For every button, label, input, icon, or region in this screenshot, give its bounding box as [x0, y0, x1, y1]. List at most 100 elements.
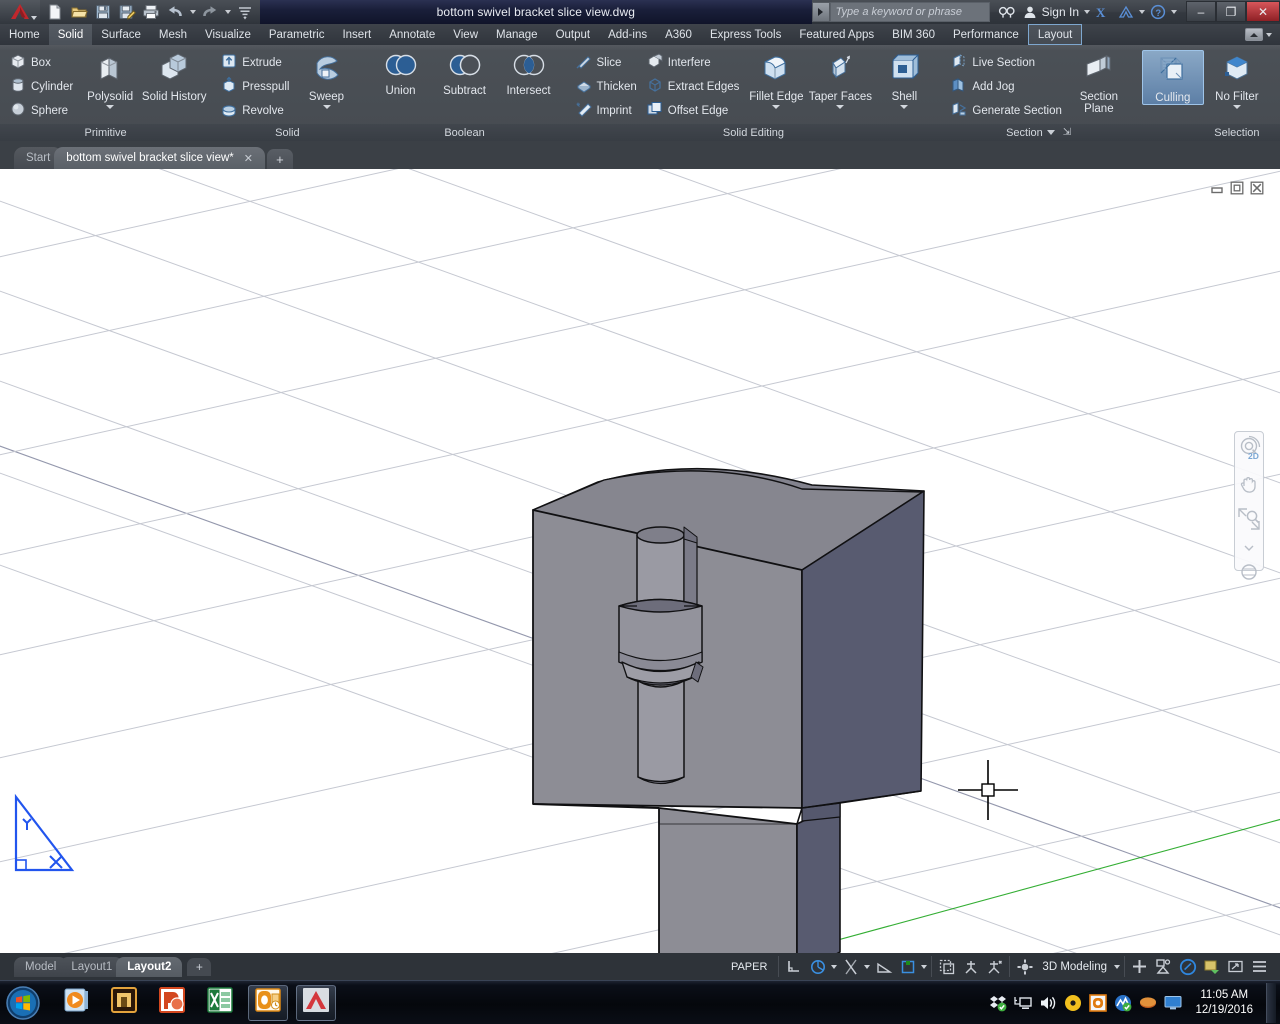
object-snap-caret-icon[interactable]: [864, 964, 871, 969]
ribbon-button-revolve[interactable]: Revolve: [217, 100, 293, 122]
ribbon-button-generate-section[interactable]: Generate Section: [947, 100, 1066, 122]
viewport-close-icon[interactable]: [1250, 181, 1264, 200]
polar-tracking-icon[interactable]: [807, 956, 828, 977]
polar-tracking-caret-icon[interactable]: [831, 964, 838, 969]
navigation-bar[interactable]: 2D: [1234, 431, 1264, 580]
network-icon[interactable]: [1014, 994, 1033, 1012]
layout-tab-layout1[interactable]: Layout1: [60, 956, 124, 977]
ribbon-button-imprint[interactable]: Imprint: [572, 100, 641, 122]
search-expand-button[interactable]: [811, 2, 830, 22]
ribbon-tab-solid[interactable]: Solid: [48, 24, 93, 45]
dialog-launcher-icon[interactable]: ⇲: [1063, 127, 1071, 138]
exchange-apps-icon[interactable]: X: [1093, 1, 1113, 23]
annotation-visibility-icon[interactable]: [960, 956, 981, 977]
object-snap-icon[interactable]: [840, 956, 861, 977]
ribbon-minimize-icon[interactable]: [1245, 28, 1263, 41]
ribbon-button-union[interactable]: Union: [370, 50, 432, 97]
ribbon-tab-a360[interactable]: A360: [656, 24, 701, 45]
taskbar-app-excel[interactable]: [200, 985, 240, 1021]
ribbon-button-no-filter[interactable]: No Filter: [1206, 50, 1268, 109]
ribbon-button-polysolid[interactable]: Polysolid: [79, 50, 141, 109]
viewport-minimize-icon[interactable]: [1210, 182, 1224, 200]
user-account-icon[interactable]: [1021, 1, 1039, 23]
sign-in-label[interactable]: Sign In: [1042, 5, 1081, 19]
layout-tab-layout2[interactable]: Layout2: [116, 956, 183, 977]
start-button[interactable]: [0, 983, 46, 1023]
ribbon-tab-bim-360[interactable]: BIM 360: [883, 24, 944, 45]
ribbon-button-live-section[interactable]: Live Section: [947, 52, 1066, 74]
pan-icon[interactable]: [1237, 472, 1261, 501]
ribbon-button-taper-faces[interactable]: Taper Faces: [809, 50, 872, 109]
annotation-scale-icon[interactable]: [984, 956, 1005, 977]
ribbon-button-extrude[interactable]: Extrude: [217, 52, 293, 74]
chevron-down-icon[interactable]: [1232, 105, 1241, 109]
antivirus-icon[interactable]: [1114, 994, 1132, 1012]
ribbon-tab-add-ins[interactable]: Add-ins: [599, 24, 656, 45]
hardware-acceleration-icon[interactable]: [1129, 956, 1150, 977]
customization-icon[interactable]: [1249, 956, 1270, 977]
sign-in-caret-icon[interactable]: [1084, 10, 1090, 14]
ribbon-tab-layout[interactable]: Layout: [1027, 24, 1083, 45]
chevron-down-icon[interactable]: [900, 105, 909, 109]
ribbon-tab-annotate[interactable]: Annotate: [380, 24, 444, 45]
undo-dropdown-caret-icon[interactable]: [188, 2, 197, 22]
plot-icon[interactable]: [140, 2, 162, 22]
ribbon-button-shell[interactable]: Shell: [873, 50, 935, 109]
layout-tab-model[interactable]: Model: [14, 956, 68, 977]
chevron-down-icon[interactable]: [322, 105, 331, 109]
ucs-caret-icon[interactable]: [921, 964, 928, 969]
autocad-logo-icon[interactable]: [0, 0, 40, 24]
ribbon-minimize-caret-icon[interactable]: [1266, 32, 1272, 37]
ribbon-button-presspull[interactable]: Presspull: [217, 76, 293, 98]
taskbar-app-powerpoint[interactable]: [152, 985, 192, 1021]
a360-caret-icon[interactable]: [1139, 10, 1145, 14]
ribbon-button-move[interactable]: MoveGizmo: [1270, 50, 1280, 121]
orbit-icon[interactable]: [1239, 562, 1259, 587]
ribbon-button-subtract[interactable]: Subtract: [434, 50, 496, 97]
new-icon[interactable]: [44, 2, 66, 22]
ribbon-button-interfere[interactable]: Interfere: [643, 52, 744, 74]
logo-dropdown-caret-icon[interactable]: [31, 16, 37, 20]
ribbon-tab-view[interactable]: View: [444, 24, 487, 45]
ribbon-button-box[interactable]: Box: [6, 52, 77, 74]
ribbon-button-add-jog[interactable]: Add Jog: [947, 76, 1066, 98]
ribbon-tab-visualize[interactable]: Visualize: [196, 24, 260, 45]
taskbar-app-windows-media-player[interactable]: [56, 985, 96, 1021]
customize-icon[interactable]: [234, 2, 256, 22]
ribbon-button-fillet-edge[interactable]: Fillet Edge: [745, 50, 807, 109]
ribbon-button-section[interactable]: Section Plane: [1068, 50, 1130, 115]
close-button[interactable]: ✕: [1246, 1, 1280, 22]
minimize-button[interactable]: –: [1186, 1, 1216, 22]
new-drawing-tab-button[interactable]: +: [266, 149, 293, 169]
ribbon-tab-home[interactable]: Home: [0, 24, 49, 45]
chevron-down-icon[interactable]: [836, 105, 845, 109]
object-snap-tracking-icon[interactable]: [873, 956, 894, 977]
ribbon-button-sweep[interactable]: Sweep: [296, 50, 358, 109]
annotation-monitor-icon[interactable]: [1177, 956, 1198, 977]
ribbon-button-culling[interactable]: Culling: [1141, 50, 1204, 105]
workspace-caret-icon[interactable]: [1114, 964, 1120, 969]
viewport-restore-icon[interactable]: [1230, 181, 1244, 200]
show-desktop-button[interactable]: [1266, 982, 1276, 1023]
add-layout-button[interactable]: +: [187, 957, 212, 976]
navbar-more-caret-icon[interactable]: [1242, 539, 1256, 557]
open-icon[interactable]: [68, 2, 90, 22]
ribbon-tab-mesh[interactable]: Mesh: [150, 24, 196, 45]
file-tab-active[interactable]: bottom swivel bracket slice view* ✕: [54, 147, 265, 169]
dropbox-icon[interactable]: [989, 994, 1007, 1012]
taskbar-app-autocad[interactable]: [296, 984, 336, 1021]
nero-icon[interactable]: [1064, 994, 1082, 1012]
ribbon-button-solid-history[interactable]: Solid History: [142, 50, 206, 103]
disk-icon[interactable]: [1139, 994, 1157, 1012]
ribbon-tab-performance[interactable]: Performance: [944, 24, 1028, 45]
ribbon-button-extract-edges[interactable]: Extract Edges: [643, 76, 744, 98]
ucs-icon[interactable]: [897, 956, 918, 977]
display-icon[interactable]: [1164, 994, 1182, 1012]
save-icon[interactable]: [92, 2, 114, 22]
drawing-canvas[interactable]: [-][Custom View][2D Wireframe]: [0, 169, 1280, 953]
ribbon-tab-express-tools[interactable]: Express Tools: [701, 24, 790, 45]
chevron-down-icon[interactable]: [106, 105, 115, 109]
redo-icon[interactable]: [199, 2, 221, 22]
panel-expand-caret-icon[interactable]: [1046, 130, 1055, 135]
isolate-objects-icon[interactable]: [1153, 956, 1174, 977]
